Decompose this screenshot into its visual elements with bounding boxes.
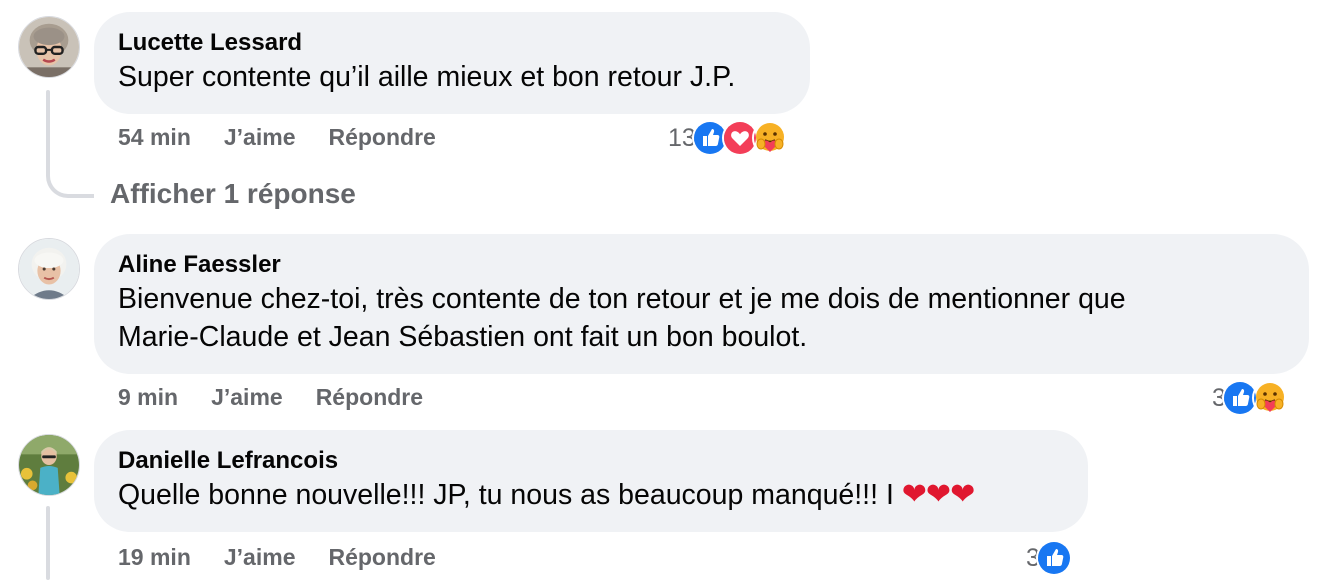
comment-text-line: Bienvenue chez-toi, très contente de ton… — [118, 283, 1126, 315]
comment-timestamp[interactable]: 19 min — [118, 544, 191, 571]
like-button[interactable]: J’aime — [224, 124, 296, 151]
comment-text-line: Marie-Claude et Jean Sébastien ont fait … — [118, 321, 808, 353]
show-replies-link[interactable]: Afficher 1 réponse — [110, 178, 356, 210]
comment-actions: 19 min J’aime Répondre — [118, 544, 469, 571]
heart-emojis: ❤❤❤ — [901, 478, 975, 511]
comment-text: Super contente qu’il aille mieux et bon … — [118, 61, 736, 93]
reactions-summary[interactable]: 3 — [1026, 539, 1072, 577]
like-icon — [1035, 540, 1072, 576]
comment-timestamp[interactable]: 9 min — [118, 384, 178, 411]
comment-author[interactable]: Lucette Lessard — [118, 28, 786, 58]
avatar[interactable] — [18, 434, 80, 496]
reactions-summary[interactable]: 3 — [1212, 379, 1288, 417]
thread-line — [46, 506, 50, 580]
care-icon — [751, 120, 788, 156]
thread-connector — [46, 168, 94, 198]
reply-button[interactable]: Répondre — [328, 124, 435, 151]
comment-author[interactable]: Danielle Lefrancois — [118, 446, 1064, 476]
thread-line — [46, 90, 50, 170]
comment-bubble: Aline Faessler Bienvenue chez-toi, très … — [94, 234, 1309, 374]
avatar[interactable] — [18, 16, 80, 78]
like-button[interactable]: J’aime — [211, 384, 283, 411]
like-button[interactable]: J’aime — [224, 544, 296, 571]
reply-button[interactable]: Répondre — [316, 384, 423, 411]
comment-actions: 9 min J’aime Répondre — [118, 384, 456, 411]
reply-button[interactable]: Répondre — [328, 544, 435, 571]
avatar[interactable] — [18, 238, 80, 300]
comment-text: Quelle bonne nouvelle!!! JP, tu nous as … — [118, 476, 1064, 514]
comment-text-content: Quelle bonne nouvelle!!! JP, tu nous as … — [118, 479, 894, 511]
comment-actions: 54 min J’aime Répondre — [118, 124, 469, 151]
comment-bubble: Danielle Lefrancois Quelle bonne nouvell… — [94, 430, 1088, 532]
care-icon — [1251, 380, 1288, 416]
reactions-summary[interactable]: 13 — [668, 119, 788, 157]
comment-author[interactable]: Aline Faessler — [118, 250, 1285, 280]
comment-bubble: Lucette Lessard Super contente qu’il ail… — [94, 12, 810, 114]
comment-timestamp[interactable]: 54 min — [118, 124, 191, 151]
